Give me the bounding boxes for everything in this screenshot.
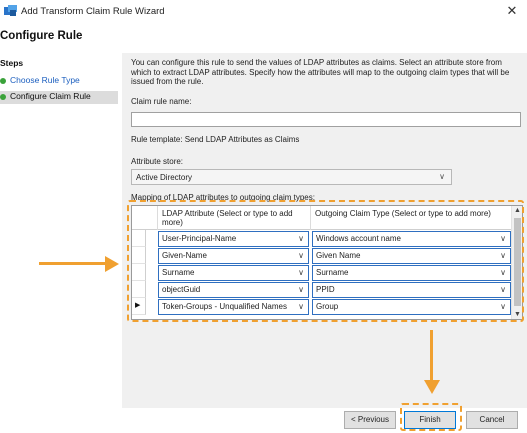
attribute-store-value: Active Directory	[136, 173, 193, 182]
rule-template-text: Rule template: Send LDAP Attributes as C…	[131, 135, 300, 144]
cancel-button[interactable]: Cancel	[466, 411, 518, 429]
step-choose-rule-type[interactable]: Choose Rule Type	[0, 75, 118, 87]
step-configure-claim-rule[interactable]: Configure Claim Rule	[0, 91, 118, 104]
step-complete-icon	[0, 78, 6, 84]
page-title: Configure Rule	[0, 30, 83, 42]
step-label: Configure Claim Rule	[10, 91, 91, 101]
down-arrow-icon	[424, 380, 440, 394]
rule-description: You can configure this rule to send the …	[131, 58, 510, 86]
claim-rule-name-input[interactable]	[131, 112, 521, 127]
right-arrow-shaft	[39, 262, 107, 265]
chevron-down-icon: ∨	[439, 172, 445, 181]
attribute-store-select[interactable]: Active Directory ∨	[131, 169, 452, 185]
previous-button[interactable]: < Previous	[344, 411, 396, 429]
step-label: Choose Rule Type	[10, 75, 80, 85]
close-icon: ✕	[506, 3, 518, 18]
steps-header: Steps	[0, 58, 24, 68]
wizard-app-icon	[4, 5, 18, 17]
finish-highlight-box	[400, 403, 462, 431]
steps-panel: Steps Choose Rule Type Configure Claim R…	[0, 53, 122, 413]
window-title: Add Transform Claim Rule Wizard	[21, 6, 165, 17]
title-bar: Add Transform Claim Rule Wizard ✕	[0, 0, 527, 24]
claim-rule-name-label: Claim rule name:	[131, 97, 192, 106]
attribute-store-label: Attribute store:	[131, 157, 184, 166]
step-current-icon	[0, 94, 6, 100]
close-button[interactable]: ✕	[497, 0, 527, 22]
mapping-highlight-box	[127, 200, 524, 322]
right-arrow-icon	[105, 256, 119, 272]
down-arrow-shaft	[430, 330, 433, 382]
